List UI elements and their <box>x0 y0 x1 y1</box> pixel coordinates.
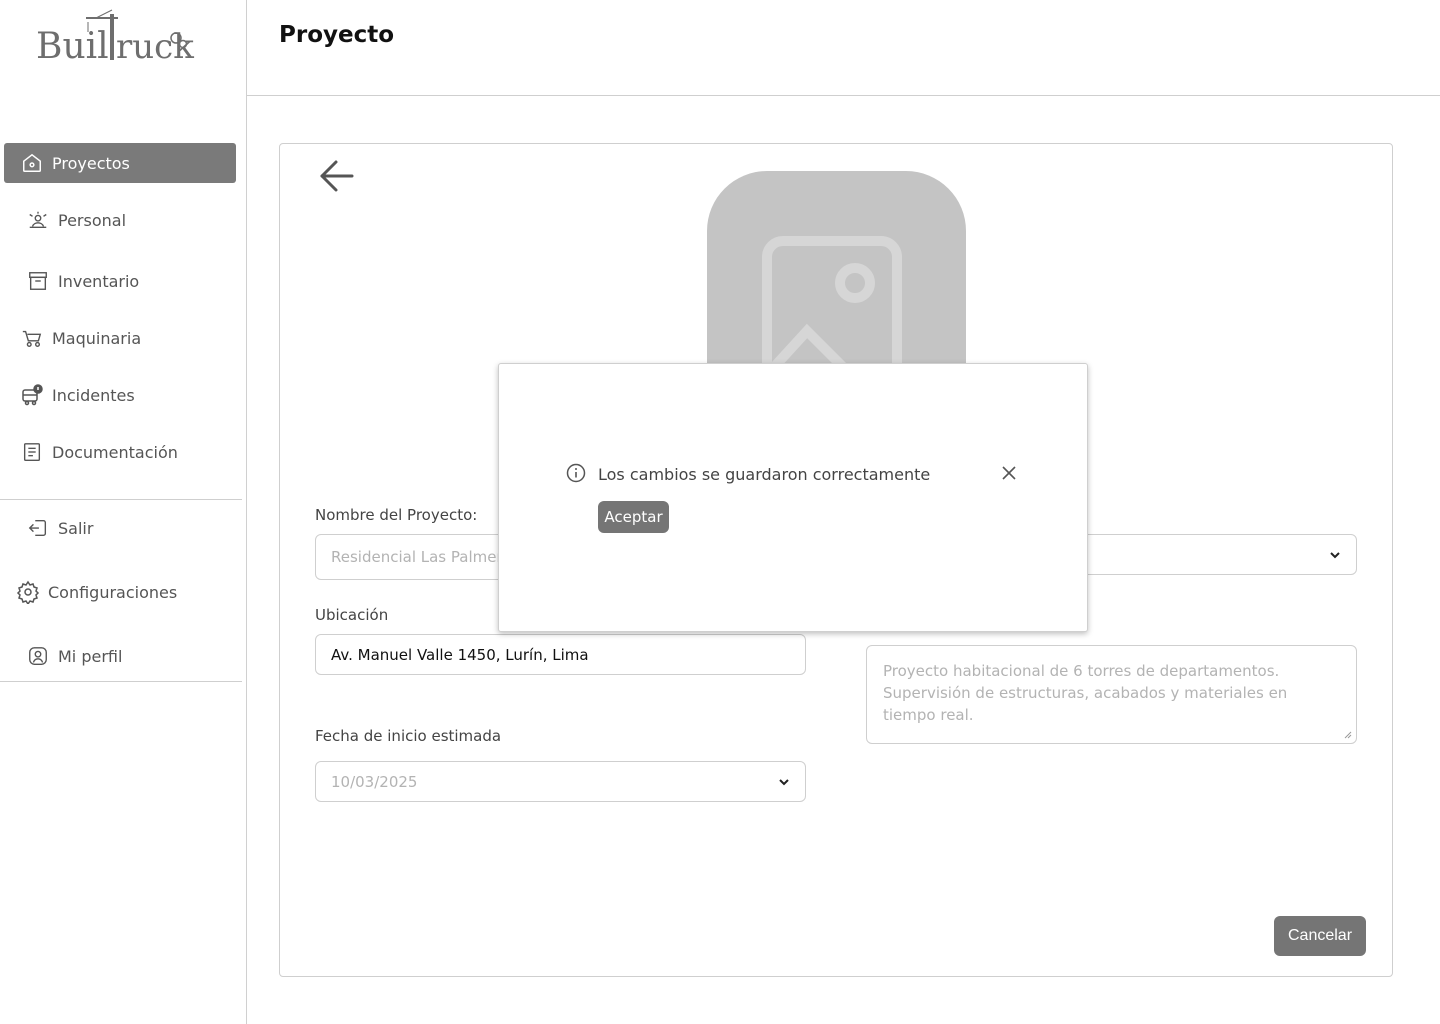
location-value: Av. Manuel Valle 1450, Lurín, Lima <box>331 645 589 664</box>
sidebar-divider <box>0 499 242 500</box>
sidebar-item-label: Proyectos <box>52 153 130 173</box>
location-label: Ubicación <box>315 606 389 624</box>
back-arrow-icon[interactable] <box>318 158 358 194</box>
truck-alert-icon <box>20 383 44 407</box>
page-title: Proyecto <box>279 22 395 48</box>
sidebar-item-personal[interactable]: Personal <box>4 200 236 240</box>
location-input[interactable]: Av. Manuel Valle 1450, Lurín, Lima <box>315 634 806 675</box>
sidebar-item-label: Configuraciones <box>48 582 178 602</box>
document-icon <box>20 440 44 464</box>
builtruck-logo[interactable]: Buil ruck <box>36 6 196 66</box>
sidebar-item-label: Maquinaria <box>52 328 142 348</box>
cancel-button[interactable]: Cancelar <box>1274 916 1366 956</box>
svg-text:Buil: Buil <box>36 26 109 66</box>
sidebar-item-label: Documentación <box>52 442 178 462</box>
accept-button[interactable]: Aceptar <box>598 501 669 533</box>
user-icon <box>26 644 50 668</box>
start-date-select[interactable]: 10/03/2025 <box>315 761 806 802</box>
sidebar-item-label: Inventario <box>58 271 140 291</box>
success-dialog: Los cambios se guardaron correctamente A… <box>498 363 1088 632</box>
chevron-down-icon <box>779 779 789 786</box>
logo-crane-icon: Buil ruck <box>36 9 194 66</box>
sidebar-item-incidentes[interactable]: Incidentes <box>4 375 236 415</box>
description-line: tiempo real. <box>883 706 974 724</box>
home-icon <box>20 151 44 175</box>
gear-icon <box>16 580 40 604</box>
resize-handle-icon[interactable] <box>1344 731 1352 739</box>
svg-text:ruck: ruck <box>116 27 194 66</box>
sidebar-divider <box>0 681 242 682</box>
cart-icon <box>20 326 44 350</box>
chevron-down-icon <box>1330 552 1340 559</box>
start-date-label: Fecha de inicio estimada <box>315 727 502 745</box>
description-line: Proyecto habitacional de 6 torres de dep… <box>883 662 1280 680</box>
sidebar-item-documentacion[interactable]: Documentación <box>4 432 236 472</box>
close-icon[interactable] <box>1000 464 1018 482</box>
sidebar-item-inventario[interactable]: Inventario <box>4 261 236 301</box>
project-name-label: Nombre del Proyecto: <box>315 506 478 524</box>
description-textarea[interactable]: Proyecto habitacional de 6 torres de dep… <box>866 645 1357 744</box>
sidebar-item-mi-perfil[interactable]: Mi perfil <box>4 636 236 676</box>
sidebar-item-label: Incidentes <box>52 385 135 405</box>
people-icon <box>26 208 50 232</box>
info-icon <box>566 463 586 483</box>
sidebar-item-proyectos[interactable]: Proyectos <box>4 143 236 183</box>
start-date-value: 10/03/2025 <box>331 772 418 791</box>
sidebar-item-label: Salir <box>58 518 94 538</box>
dialog-message: Los cambios se guardaron correctamente <box>598 465 931 484</box>
project-name-placeholder: Residencial Las Palmeras <box>331 548 520 566</box>
sidebar: Buil ruck Proyectos Personal Inventario <box>0 0 247 1024</box>
archive-icon <box>26 269 50 293</box>
sidebar-item-label: Mi perfil <box>58 646 123 666</box>
page-header: Proyecto <box>247 0 1440 96</box>
sidebar-item-label: Personal <box>58 210 127 230</box>
sidebar-item-maquinaria[interactable]: Maquinaria <box>4 318 236 358</box>
sidebar-item-salir[interactable]: Salir <box>4 508 236 548</box>
sidebar-item-configuraciones[interactable]: Configuraciones <box>4 572 236 612</box>
description-line: Supervisión de estructuras, acabados y m… <box>883 684 1288 702</box>
logout-icon <box>26 516 50 540</box>
